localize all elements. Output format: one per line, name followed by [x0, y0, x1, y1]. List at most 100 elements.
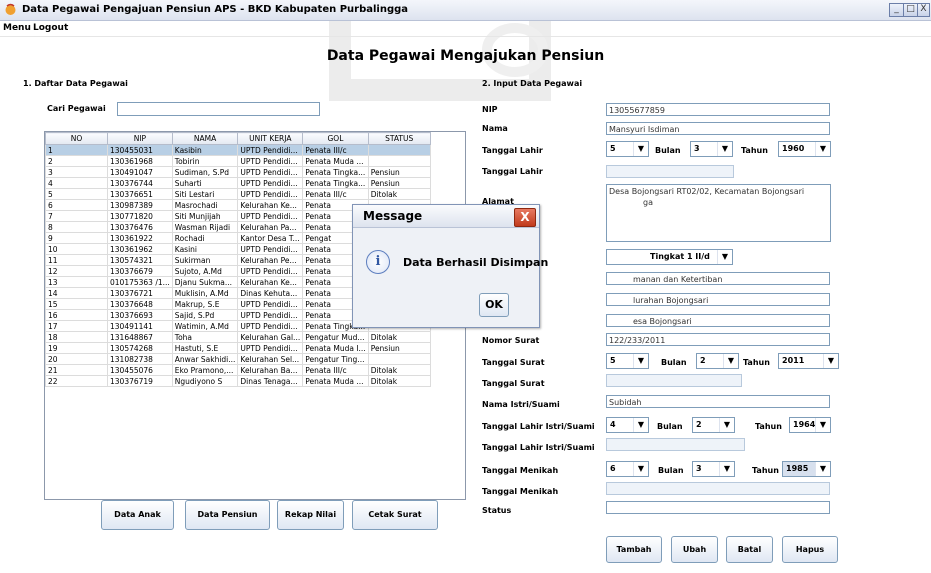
table-row[interactable]: 2 130361968 Tobirin UPTD Pendidi... Penata M…: [45, 155, 431, 167]
tanggal-nikah-year-value: 1985: [786, 464, 809, 473]
tanggal-lahir-day-select[interactable]: 5 ▼: [606, 141, 649, 157]
ubah-button[interactable]: Ubah: [671, 536, 718, 563]
jabatan-field[interactable]: manan dan Ketertiban: [606, 272, 830, 285]
chevron-down-icon: ▼: [717, 142, 732, 156]
alamat-textarea[interactable]: Desa Bojongsari RT02/02, Kecamatan Bojon…: [606, 184, 831, 242]
window-close-button[interactable]: X: [917, 3, 930, 17]
table-row[interactable]: 4 130376744 Suharti UPTD Pendidi... Penata T…: [45, 177, 431, 189]
table-cell: 130771820: [107, 210, 173, 222]
batal-button[interactable]: Batal: [726, 536, 773, 563]
dialog-close-button[interactable]: X: [514, 208, 536, 227]
table-cell: 131648867: [107, 331, 173, 343]
column-header-status[interactable]: STATUS: [367, 132, 431, 145]
table-cell: Kelurahan Pa...: [237, 221, 304, 233]
tanggal-lahir-year-select[interactable]: 1960 ▼: [778, 141, 831, 157]
tanggal-surat-year-select[interactable]: 2011 ▼: [778, 353, 839, 369]
tanggal-lahir-text-field: [606, 165, 734, 178]
status-field[interactable]: [606, 501, 830, 514]
tanggal-nikah-month-select[interactable]: 3 ▼: [692, 461, 735, 477]
tanggal-menikah-text-label: Tanggal Menikah: [482, 487, 559, 496]
table-cell: Dinas Kehuta...: [237, 287, 304, 299]
minimize-button[interactable]: _: [889, 3, 904, 17]
menu-item-menu[interactable]: Menu: [3, 23, 31, 33]
tanggal-surat-month-select[interactable]: 2 ▼: [696, 353, 739, 369]
column-header-unit-kerja[interactable]: UNIT KERJA: [237, 132, 304, 145]
table-cell: Ditolak: [367, 188, 431, 200]
nama-field[interactable]: Mansyuri Isdiman: [606, 122, 830, 135]
nomor-surat-field[interactable]: 122/233/2011: [606, 333, 830, 346]
table-cell: UPTD Pendidi...: [237, 243, 304, 255]
table-cell: 1: [45, 144, 108, 156]
table-cell: Kelurahan Gal...: [237, 331, 304, 343]
tanggal-lahir-istri-text-field: [606, 438, 745, 451]
column-header-gol[interactable]: GOL: [302, 132, 369, 145]
tanggal-lahir-month-select[interactable]: 3 ▼: [690, 141, 733, 157]
column-header-nip[interactable]: NIP: [107, 132, 173, 145]
table-cell: Eko Pramono,...: [171, 364, 239, 376]
tanggal-istri-month-select[interactable]: 2 ▼: [692, 417, 735, 433]
table-row[interactable]: 3 130491047 Sudiman, S.Pd UPTD Pendidi... Pe…: [45, 166, 431, 178]
unit-kerja-field[interactable]: lurahan Bojongsari: [606, 293, 830, 306]
rekap-nilai-button[interactable]: Rekap Nilai: [277, 500, 344, 530]
table-row[interactable]: 19 130574268 Hastuti, S.E UPTD Pendidi... Pe…: [45, 342, 431, 354]
table-cell: UPTD Pendidi...: [237, 342, 304, 354]
table-cell: UPTD Pendidi...: [237, 155, 304, 167]
search-input[interactable]: [117, 102, 320, 116]
tanggal-surat-label: Tanggal Surat: [482, 358, 545, 367]
tanggal-nikah-day-select[interactable]: 6 ▼: [606, 461, 649, 477]
bulan-label: Bulan: [658, 466, 684, 475]
tambah-button[interactable]: Tambah: [606, 536, 662, 563]
table-row[interactable]: 21 130455076 Eko Pramono,... Kelurahan Ba..…: [45, 364, 431, 376]
table-cell: 130361968: [107, 155, 173, 167]
table-cell: UPTD Pendidi...: [237, 309, 304, 321]
table-cell: 010175363 /1...: [107, 276, 173, 288]
data-anak-button[interactable]: Data Anak: [101, 500, 174, 530]
table-cell: Kelurahan Ba...: [237, 364, 304, 376]
status-label: Status: [482, 506, 512, 515]
table-row[interactable]: 18 131648867 Toha Kelurahan Gal... Pengatur …: [45, 331, 431, 343]
menu-item-logout[interactable]: Logout: [33, 23, 68, 33]
tahun-label: Tahun: [752, 466, 779, 475]
maximize-button[interactable]: □: [903, 3, 918, 17]
table-cell: 5: [45, 188, 108, 200]
table-cell: UPTD Pendidi...: [237, 144, 304, 156]
table-cell: Sudiman, S.Pd: [171, 166, 239, 178]
table-row[interactable]: 20 131082738 Anwar Sakhidi... Kelurahan Sel…: [45, 353, 431, 365]
ok-button[interactable]: OK: [479, 293, 509, 317]
instansi-field[interactable]: esa Bojongsari: [606, 314, 830, 327]
table-cell: 2: [45, 155, 108, 167]
tanggal-nikah-year-select[interactable]: 1985 ▼: [782, 461, 831, 477]
tanggal-istri-year-select[interactable]: 1964 ▼: [789, 417, 831, 433]
tanggal-surat-day-select[interactable]: 5 ▼: [606, 353, 649, 369]
table-cell: Siti Lestari: [171, 188, 239, 200]
table-cell: 18: [45, 331, 108, 343]
nip-field[interactable]: 13055677859: [606, 103, 830, 116]
table-cell: Kantor Desa T...: [237, 232, 304, 244]
golongan-select[interactable]: Tingkat 1 II/d ▼: [606, 249, 733, 265]
table-cell: 130376648: [107, 298, 173, 310]
tanggal-surat-text-label: Tanggal Surat: [482, 379, 545, 388]
table-cell: 130455076: [107, 364, 173, 376]
column-header-no[interactable]: NO: [45, 132, 108, 145]
table-cell: Wasman Rijadi: [171, 221, 239, 233]
cetak-surat-button[interactable]: Cetak Surat: [352, 500, 438, 530]
table-cell: Ditolak: [367, 364, 431, 376]
tanggal-istri-day-select[interactable]: 4 ▼: [606, 417, 649, 433]
tanggal-nikah-day-value: 6: [610, 464, 616, 473]
hapus-button[interactable]: Hapus: [782, 536, 838, 563]
table-row[interactable]: 5 130376651 Siti Lestari UPTD Pendidi... Pen…: [45, 188, 431, 200]
table-cell: 130574268: [107, 342, 173, 354]
tahun-label: Tahun: [741, 146, 768, 155]
table-row[interactable]: 22 130376719 Ngudiyono S Dinas Tenaga... Pen…: [45, 375, 431, 387]
table-cell: 130376693: [107, 309, 173, 321]
table-row[interactable]: 1 130455031 Kasibin UPTD Pendidi... Penata I…: [45, 144, 431, 156]
chevron-down-icon: ▼: [633, 354, 648, 368]
data-pensiun-button[interactable]: Data Pensiun: [185, 500, 270, 530]
table-cell: Penata Muda I...: [302, 342, 369, 354]
table-cell: [367, 155, 431, 167]
column-header-nama[interactable]: NAMA: [171, 132, 239, 145]
instansi-value: esa Bojongsari: [633, 317, 692, 326]
istri-suami-field[interactable]: Subidah: [606, 395, 830, 408]
table-cell: Pengatur Ting...: [302, 353, 369, 365]
table-cell: 130376719: [107, 375, 173, 387]
